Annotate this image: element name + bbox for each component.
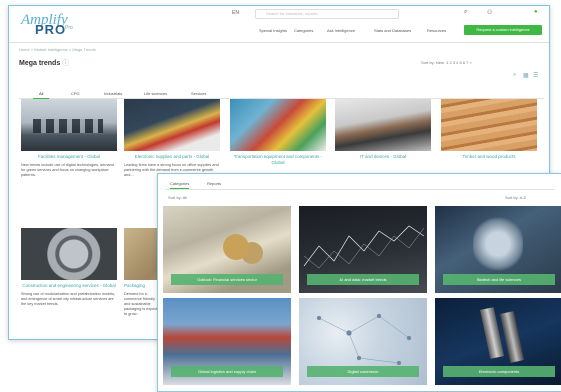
report-card[interactable]: Timber and wood products [441, 99, 537, 160]
report-card[interactable]: Transportation equipment and components … [230, 99, 326, 166]
category-tile[interactable]: Digital commerce [299, 298, 427, 385]
search-input[interactable]: Search for industries, reports... [255, 9, 399, 19]
card-title[interactable]: IT and devices - Global [335, 154, 431, 160]
front-controls[interactable]: Sort by: A-Z [505, 195, 526, 200]
search-icon[interactable]: ⌕ [513, 72, 516, 79]
tab-services[interactable]: Services [191, 91, 206, 96]
request-intelligence-button[interactable]: Request a custom intelligence [464, 25, 542, 35]
pagination[interactable]: 1 2 3 4 5 6 7 > [446, 60, 472, 65]
report-card[interactable]: Electronic supplies and parts - Global L… [124, 99, 220, 178]
category-tile[interactable]: Global logistics and supply chain [163, 298, 291, 385]
page-title-text: Mega trends [19, 60, 61, 67]
card-title[interactable]: Construction and engineering services - … [21, 283, 117, 289]
user-icon[interactable]: ⚇ [487, 9, 492, 16]
nav-stats-databases[interactable]: Stats and Databases [374, 28, 411, 33]
card-image [230, 99, 326, 151]
sort-and-pagination[interactable]: Sort by: New 1 2 3 4 5 6 7 > [421, 60, 472, 65]
front-sort[interactable]: Sort by: All [168, 195, 187, 200]
search-placeholder: Search for industries, reports... [266, 11, 321, 16]
card-image [335, 99, 431, 151]
report-card[interactable]: IT and devices - Global [335, 99, 431, 160]
card-title[interactable]: Timber and wood products [441, 154, 537, 160]
card-image [124, 99, 220, 151]
breadcrumb[interactable]: Home > Market Intelligence > Mega Trends [19, 47, 96, 52]
tile-caption: Electronic components [443, 366, 555, 377]
tile-caption: Biotech and life sciences [443, 274, 555, 285]
grid-view-icon[interactable]: ▦ [523, 72, 529, 79]
nav-ask-intelligence[interactable]: Ask Intelligence [327, 28, 355, 33]
card-title[interactable]: Electronic supplies and parts - Global [124, 154, 220, 160]
logo[interactable]: Amplify PRO Pro [21, 12, 81, 38]
logo-brand: PRO [35, 22, 67, 37]
card-image [441, 99, 537, 151]
category-tile[interactable]: Biotech and life sciences [435, 206, 561, 293]
report-card[interactable]: Facilities management - Global New trend… [21, 99, 117, 178]
category-tile[interactable]: AI and data: market trends [299, 206, 427, 293]
tab-reports[interactable]: Reports [207, 181, 221, 186]
language-selector[interactable]: EN [232, 10, 239, 16]
tile-caption: Digital commerce [307, 366, 419, 377]
divider [9, 42, 549, 43]
info-icon[interactable]: ⓘ [62, 60, 69, 67]
tile-caption: Outlook: Financial services sector [171, 274, 283, 285]
category-tile[interactable]: Electronic components [435, 298, 561, 385]
list-view-icon[interactable]: ☰ [533, 72, 538, 79]
report-card[interactable]: Construction and engineering services - … [21, 228, 117, 307]
tab-life-sciences[interactable]: Life sciences [144, 91, 167, 96]
globe-icon[interactable]: ● [534, 9, 538, 15]
header: Amplify PRO Pro EN Search for industries… [9, 6, 549, 42]
card-description: Strong use of modularisation and prefabr… [21, 292, 116, 306]
sort-label: Sort by: New [421, 60, 444, 65]
tile-caption: Global logistics and supply chain [171, 366, 283, 377]
tab-categories[interactable]: Categories [170, 181, 190, 189]
card-description: New trends include use of digital techno… [21, 163, 114, 177]
front-tabs: Categories Reports [165, 179, 555, 190]
nav-categories[interactable]: Categories [294, 28, 313, 33]
logo-suffix: Pro [65, 25, 73, 31]
card-image [21, 99, 117, 151]
category-tabs: All CPG Industrials Life sciences Servic… [19, 88, 544, 99]
card-image [21, 228, 117, 280]
card-title[interactable]: Transportation equipment and components … [230, 154, 326, 166]
front-window: Categories Reports Sort by: All Sort by:… [157, 173, 561, 392]
tab-all[interactable]: All [32, 91, 51, 99]
search-icon[interactable]: ⌕ [464, 9, 467, 16]
tab-cpg[interactable]: CPG [71, 91, 80, 96]
card-title[interactable]: Facilities management - Global [21, 154, 117, 160]
tile-caption: AI and data: market trends [307, 274, 419, 285]
category-tile[interactable]: Outlook: Financial services sector [163, 206, 291, 293]
nav-resources[interactable]: Resources [427, 28, 446, 33]
page-title: Mega trends ⓘ [19, 58, 69, 68]
tab-industrials[interactable]: Industrials [104, 91, 122, 96]
nav-special-insights[interactable]: Special Insights [259, 28, 287, 33]
